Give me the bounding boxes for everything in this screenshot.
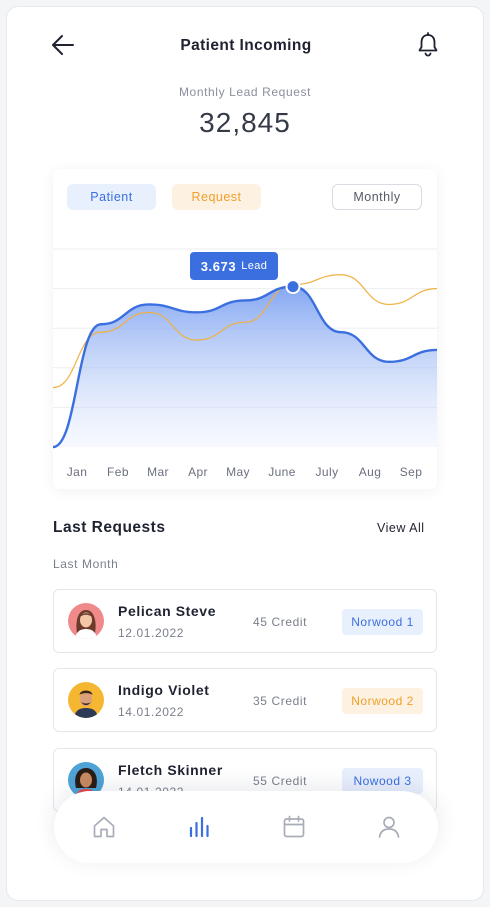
- avatar: [68, 682, 104, 718]
- chart-card: Patient Request Monthly 3.673 Lead Jan Fe…: [53, 169, 437, 489]
- bottom-nav: [54, 791, 438, 863]
- x-axis-label: Apr: [188, 465, 208, 479]
- avatar-image: [68, 603, 104, 639]
- tooltip-value: 3.673: [200, 258, 237, 274]
- status-badge: Norwood 2: [342, 688, 423, 714]
- app-screen: Patient Incoming Monthly Lead Request 32…: [6, 6, 484, 901]
- status-badge: Norwood 1: [342, 609, 423, 635]
- request-credit: 45 Credit: [253, 615, 308, 629]
- chart-tooltip: 3.673 Lead: [190, 252, 278, 280]
- x-axis-labels: Jan Feb Mar Apr May June July Aug Sep: [53, 465, 437, 481]
- x-axis-label: May: [226, 465, 250, 479]
- user-icon: [378, 816, 400, 838]
- request-name: Fletch Skinner: [118, 762, 223, 778]
- x-axis-label: July: [315, 465, 339, 479]
- x-axis-label: June: [268, 465, 296, 479]
- calendar-icon: [283, 815, 305, 838]
- filter-patient-chip[interactable]: Patient: [67, 184, 156, 210]
- period-dropdown[interactable]: Monthly: [332, 184, 422, 210]
- filter-request-chip[interactable]: Request: [172, 184, 261, 210]
- request-date: 12.01.2022: [118, 626, 185, 640]
- avatar: [68, 603, 104, 639]
- x-axis-label: Sep: [399, 465, 423, 479]
- section-period: Last Month: [53, 557, 119, 571]
- tooltip-unit: Lead: [241, 260, 268, 272]
- bell-icon: [418, 32, 438, 57]
- x-axis-label: Feb: [107, 465, 129, 479]
- avatar-image: [68, 682, 104, 718]
- page-title: Patient Incoming: [180, 37, 312, 54]
- highlight-point[interactable]: [285, 279, 301, 295]
- request-credit: 35 Credit: [253, 694, 308, 708]
- header: Patient Incoming: [7, 7, 483, 87]
- x-axis-label: Mar: [147, 465, 169, 479]
- x-axis-label: Aug: [358, 465, 382, 479]
- nav-home-button[interactable]: [90, 813, 118, 841]
- request-credit: 55 Credit: [253, 774, 308, 788]
- request-date: 14.01.2022: [118, 705, 185, 719]
- nav-profile-button[interactable]: [375, 813, 403, 841]
- request-card[interactable]: Pelican Steve 12.01.2022 45 Credit Norwo…: [53, 589, 437, 653]
- summary-label: Monthly Lead Request: [178, 85, 312, 99]
- x-axis-label: Jan: [66, 465, 88, 479]
- nav-stats-button[interactable]: [185, 813, 213, 841]
- view-all-link[interactable]: View All: [377, 521, 425, 535]
- request-name: Indigo Violet: [118, 682, 210, 698]
- bar-chart-icon: [189, 816, 209, 838]
- notification-button[interactable]: [415, 31, 441, 59]
- patient-series-area: [53, 286, 437, 447]
- section-title: Last Requests: [53, 519, 166, 536]
- request-name: Pelican Steve: [118, 603, 217, 619]
- request-card[interactable]: Indigo Violet 14.01.2022 35 Credit Norwo…: [53, 668, 437, 732]
- nav-calendar-button[interactable]: [280, 813, 308, 841]
- summary-value: 32,845: [199, 107, 291, 138]
- home-icon: [93, 816, 115, 838]
